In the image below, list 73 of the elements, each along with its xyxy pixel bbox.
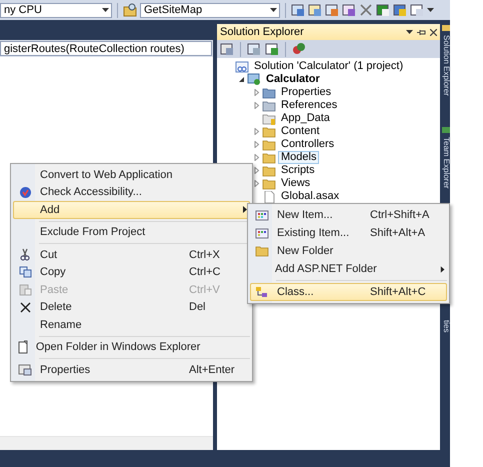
project-icon [247,73,261,86]
target-combo[interactable]: GetSiteMap [140,2,280,18]
folder-icon [262,178,276,190]
accessibility-icon [18,186,32,199]
menu-item[interactable]: Existing Item... Shift+Alt+A [250,224,447,242]
tree-item[interactable]: Views [278,177,314,190]
menu-item[interactable]: Add ASP.NET Folder [250,260,447,278]
tree-item[interactable]: Content [278,125,323,138]
menu-item[interactable]: Add [13,201,250,218]
member-combo[interactable]: gisterRoutes(RouteCollection routes) [0,41,212,56]
collapsed-arrow-icon[interactable] [252,167,260,174]
tree-item[interactable]: References [278,99,340,112]
window-icon[interactable] [291,3,305,17]
menu-item[interactable]: Cut Ctrl+X [13,246,250,264]
menu-item[interactable]: Properties Alt+Enter [13,361,250,378]
menu-item[interactable]: Check Accessibility... [13,184,250,201]
platform-combo[interactable]: ny CPU [0,2,112,18]
document-icon [16,340,29,354]
menu-item[interactable]: Copy Ctrl+C [13,264,250,281]
menu-item[interactable]: Class... Shift+Alt+C [250,283,447,301]
tree-item[interactable]: Models [278,151,320,164]
side-tab[interactable]: ties [442,320,450,332]
tree-item[interactable]: App_Data [278,112,333,125]
collapsed-arrow-icon[interactable] [252,128,260,135]
references-folder-icon [262,100,276,112]
folder-icon [262,126,276,138]
side-tab[interactable]: Team Explorer [442,137,450,189]
new-item-icon [255,210,269,220]
new-folder-icon [255,245,269,257]
menu-item[interactable]: New Item... Ctrl+Shift+A [250,206,447,224]
tab-icon [442,126,450,134]
properties-icon [18,364,32,376]
horizontal-scrollbar[interactable] [0,436,213,450]
folder-icon [262,164,276,176]
collapsed-arrow-icon[interactable] [252,89,260,96]
expanded-arrow-icon[interactable] [238,76,244,83]
copy-icon [18,266,32,278]
tree-item[interactable]: Global.asax [278,190,342,203]
menu-item[interactable]: Convert to Web Application [13,166,250,184]
properties-folder-icon [262,86,276,98]
collapsed-arrow-icon[interactable] [252,180,260,187]
collapsed-arrow-icon[interactable] [252,154,260,161]
delete-icon [20,302,30,313]
menu-item[interactable]: Open Folder in Windows Explorer [13,338,250,356]
collapsed-arrow-icon[interactable] [252,102,260,109]
menu-item[interactable]: New Folder [250,242,447,260]
side-tab[interactable]: Solution Explorer [442,35,450,96]
dropdown-caret-icon[interactable] [102,8,109,12]
panel-title: Solution Explorer [220,26,304,38]
menu-item[interactable]: Delete Del [13,298,250,316]
tree-item[interactable]: Properties [278,86,334,99]
tree-item[interactable]: Solution 'Calculator' (1 project) [251,60,406,73]
close-icon[interactable] [430,28,437,36]
solution-icon [235,60,249,72]
collapsed-arrow-icon[interactable] [252,141,260,148]
folder-icon [262,138,276,150]
data-folder-icon [262,112,276,124]
class-icon [255,286,269,298]
tree-item[interactable]: Calculator [263,73,323,86]
menu-item[interactable]: Rename [13,316,250,334]
tab-icon [442,24,450,32]
dropdown-caret-icon[interactable] [270,8,277,12]
existing-item-icon [255,228,269,238]
folder-icon [262,152,276,164]
cut-icon [19,248,31,262]
menu-item[interactable]: Exclude From Project [13,224,250,241]
find-in-files-icon[interactable] [123,3,137,17]
paste-icon [18,283,32,296]
tree-item[interactable]: Scripts [278,164,318,177]
overflow-caret-icon[interactable] [427,8,434,12]
pin-icon[interactable] [417,28,426,36]
tree-item[interactable]: Controllers [278,138,338,151]
panel-menu-caret-icon[interactable] [406,30,413,34]
